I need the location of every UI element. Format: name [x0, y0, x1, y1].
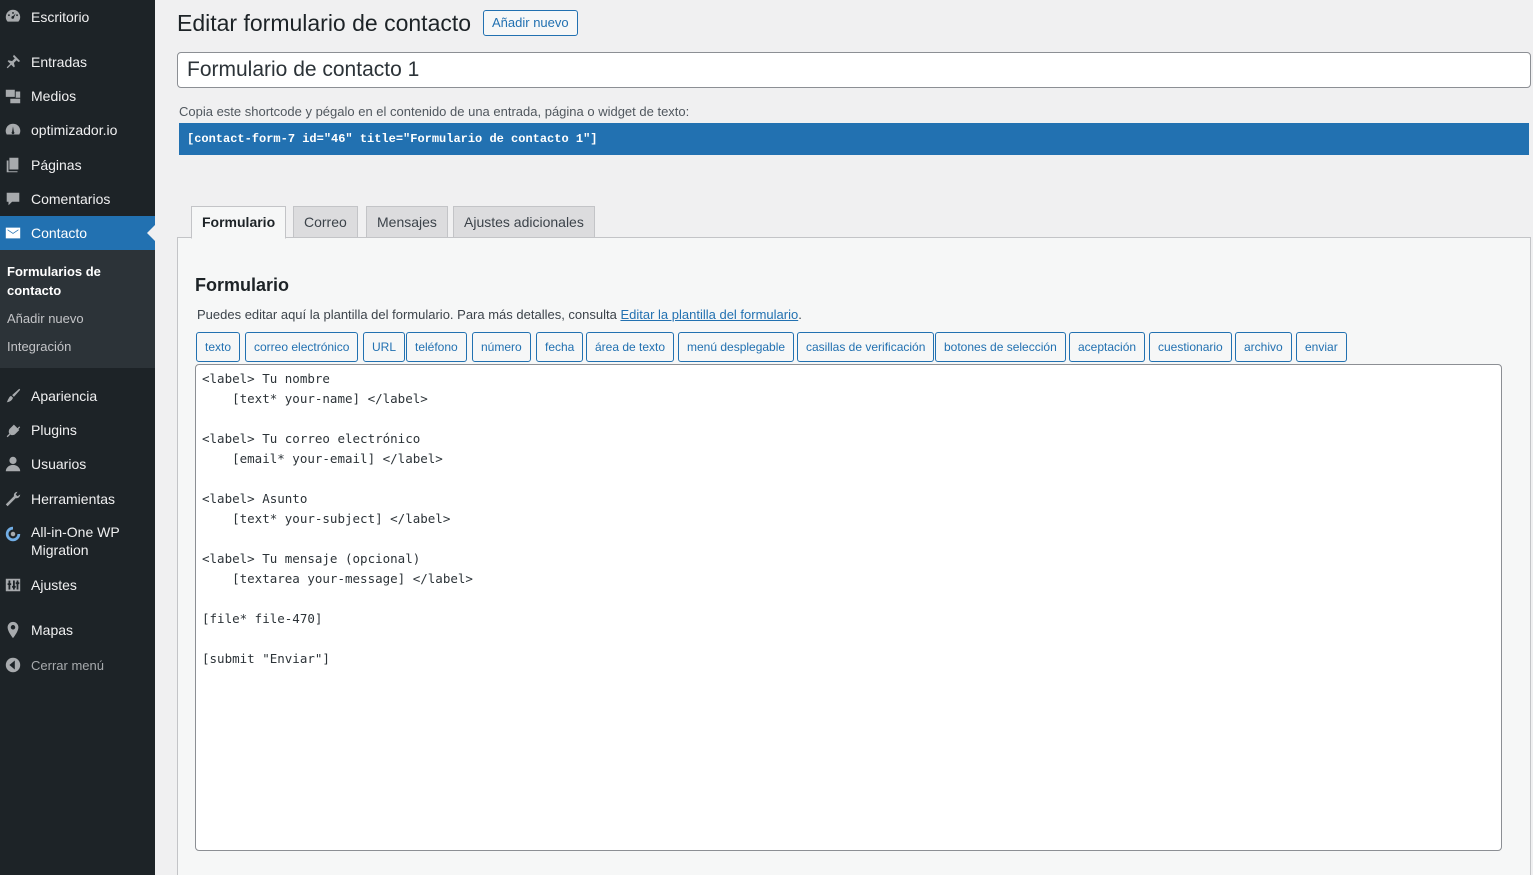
- comment-icon: [4, 190, 22, 208]
- panel-description-text: Puedes editar aquí la plantilla del form…: [197, 307, 621, 322]
- tag-button-url[interactable]: URL: [363, 332, 406, 362]
- menu-item-mapas[interactable]: Mapas: [0, 613, 155, 647]
- panel-description-suffix: .: [798, 307, 802, 322]
- tab-ajustes-adicionales[interactable]: Ajustes adicionales: [453, 206, 595, 238]
- menu-label: Entradas: [31, 54, 88, 70]
- contacto-submenu: Formularios de contacto Añadir nuevo Int…: [0, 250, 155, 368]
- menu-label: Herramientas: [31, 491, 116, 507]
- tag-button-texto[interactable]: texto: [196, 332, 241, 362]
- submenu-integracion[interactable]: Integración: [7, 337, 71, 356]
- menu-label: All-in-One WP Migration: [31, 524, 120, 558]
- menu-label: Mapas: [31, 622, 74, 638]
- settings-sliders-icon: [4, 576, 22, 594]
- active-arrow-indicator: [147, 225, 155, 241]
- menu-item-medios[interactable]: Medios: [0, 79, 155, 113]
- dashboard-icon: [4, 8, 22, 26]
- add-new-button[interactable]: Añadir nuevo: [483, 10, 578, 36]
- main-content: Editar formulario de contacto Añadir nue…: [155, 0, 1533, 875]
- shortcode-description: Copia este shortcode y pégalo en el cont…: [179, 104, 690, 119]
- menu-label: optimizador.io: [31, 122, 118, 138]
- menu-label: Ajustes: [31, 577, 77, 593]
- tag-button-fecha[interactable]: fecha: [536, 332, 584, 362]
- menu-label: Comentarios: [31, 191, 111, 207]
- menu-label: Apariencia: [31, 388, 98, 404]
- menu-item-entradas[interactable]: Entradas: [0, 45, 155, 79]
- form-title-input[interactable]: [177, 52, 1531, 88]
- plug-icon: [4, 421, 22, 439]
- wrench-icon: [4, 490, 22, 508]
- menu-item-plugins[interactable]: Plugins: [0, 413, 155, 447]
- tag-button-telefono[interactable]: teléfono: [406, 332, 467, 362]
- user-icon: [4, 455, 22, 473]
- tag-button-archivo[interactable]: archivo: [1235, 332, 1292, 362]
- tag-button-numero[interactable]: número: [472, 332, 531, 362]
- menu-label: Cerrar menú: [31, 657, 104, 673]
- menu-item-apariencia[interactable]: Apariencia: [0, 379, 155, 413]
- menu-item-escritorio[interactable]: Escritorio: [0, 0, 155, 34]
- migration-icon: [4, 525, 22, 543]
- panel-title: Formulario: [195, 275, 290, 295]
- shortcode-field[interactable]: [contact-form-7 id="46" title="Formulari…: [179, 123, 1529, 155]
- collapse-menu-button[interactable]: Cerrar menú: [0, 648, 155, 682]
- menu-label: Medios: [31, 88, 77, 104]
- panel-description: Puedes editar aquí la plantilla del form…: [197, 307, 802, 322]
- menu-label: Páginas: [31, 157, 82, 173]
- menu-item-all-in-one-wp-migration[interactable]: All-in-One WP Migration: [0, 523, 155, 565]
- tag-button-casillas[interactable]: casillas de verificación: [797, 332, 935, 362]
- submenu-anadir-nuevo[interactable]: Añadir nuevo: [7, 309, 84, 328]
- pages-icon: [4, 156, 22, 174]
- envelope-icon: [4, 224, 22, 242]
- menu-label: Contacto: [31, 225, 88, 241]
- tab-formulario[interactable]: Formulario: [191, 206, 287, 239]
- menu-item-optimizador[interactable]: optimizador.io: [0, 113, 155, 147]
- map-pin-icon: [4, 621, 22, 639]
- tag-button-enviar[interactable]: enviar: [1296, 332, 1347, 362]
- submenu-formularios[interactable]: Formularios de contacto: [7, 262, 117, 300]
- tag-button-area-texto[interactable]: área de texto: [586, 332, 675, 362]
- menu-label: Plugins: [31, 422, 77, 438]
- tag-button-botones-seleccion[interactable]: botones de selección: [935, 332, 1066, 362]
- tab-correo[interactable]: Correo: [293, 206, 358, 238]
- form-template-editor[interactable]: <label> Tu nombre [text* your-name] </la…: [195, 364, 1502, 851]
- brush-icon: [4, 387, 22, 405]
- page-title: Editar formulario de contacto: [177, 10, 472, 36]
- menu-label: Escritorio: [31, 9, 90, 25]
- admin-sidebar: Escritorio Entradas Medios optimizador.i…: [0, 0, 155, 875]
- form-panel: Formulario Puedes editar aquí la plantil…: [177, 237, 1531, 875]
- menu-item-contacto[interactable]: Contacto: [0, 216, 155, 250]
- tag-button-menu-desplegable[interactable]: menú desplegable: [678, 332, 795, 362]
- menu-item-comentarios[interactable]: Comentarios: [0, 182, 155, 216]
- collapse-icon: [4, 656, 22, 674]
- media-icon: [4, 87, 22, 105]
- menu-item-paginas[interactable]: Páginas: [0, 148, 155, 182]
- tag-button-correo[interactable]: correo electrónico: [245, 332, 359, 362]
- menu-item-usuarios[interactable]: Usuarios: [0, 447, 155, 481]
- gauge-icon: [4, 121, 22, 139]
- tab-mensajes[interactable]: Mensajes: [366, 206, 448, 238]
- pin-icon: [4, 53, 22, 71]
- menu-item-herramientas[interactable]: Herramientas: [0, 482, 155, 516]
- menu-label: Usuarios: [31, 456, 87, 472]
- form-template-doc-link[interactable]: Editar la plantilla del formulario: [620, 307, 798, 322]
- menu-item-ajustes[interactable]: Ajustes: [0, 568, 155, 602]
- tag-button-cuestionario[interactable]: cuestionario: [1149, 332, 1232, 362]
- tag-button-aceptacion[interactable]: aceptación: [1069, 332, 1146, 362]
